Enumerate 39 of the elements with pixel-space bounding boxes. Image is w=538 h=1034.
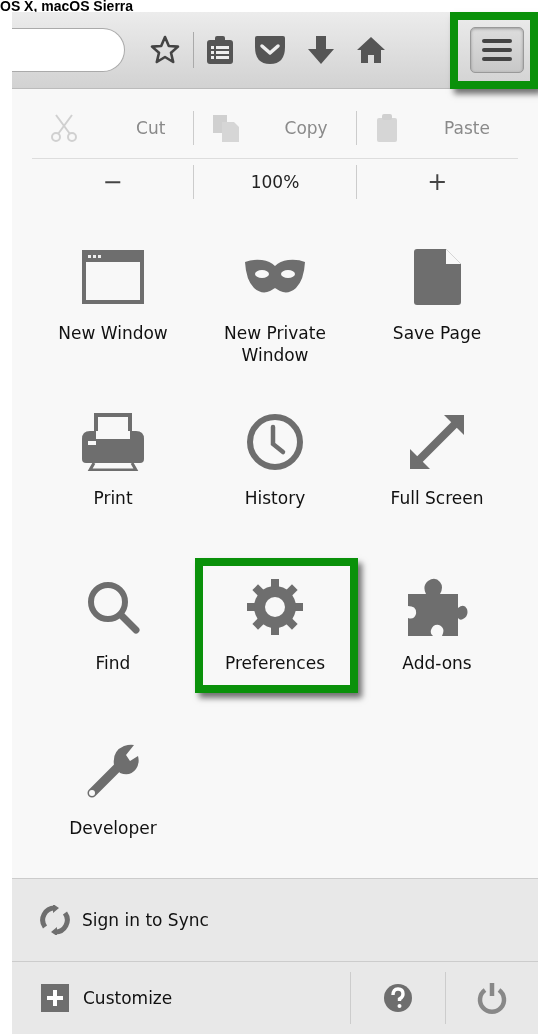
star-icon[interactable] bbox=[149, 34, 181, 66]
gear-icon bbox=[246, 578, 304, 636]
diagonal-arrows-icon bbox=[408, 413, 466, 471]
menu-icon[interactable] bbox=[481, 37, 513, 63]
menu-button[interactable] bbox=[470, 27, 524, 73]
page-icon bbox=[412, 248, 462, 306]
customize-button[interactable]: Customize bbox=[12, 973, 179, 1023]
menu-item[interactable]: Developer bbox=[32, 711, 194, 876]
plus-icon bbox=[41, 984, 69, 1012]
copy-pages-icon bbox=[212, 112, 241, 143]
puzzle-piece-icon bbox=[406, 576, 468, 638]
menu-item[interactable]: New Private Window bbox=[194, 216, 356, 381]
zoom-out-button[interactable]: − bbox=[32, 165, 194, 199]
zoom-level-button[interactable]: 100% bbox=[193, 165, 356, 199]
clock-icon bbox=[246, 413, 304, 471]
power-icon[interactable] bbox=[476, 982, 508, 1014]
sync-icon bbox=[40, 905, 70, 935]
window-icon bbox=[82, 250, 144, 304]
sync-bar[interactable]: Sign in to Sync bbox=[12, 878, 538, 961]
menu-item[interactable]: History bbox=[194, 381, 356, 546]
search-icon bbox=[86, 580, 140, 634]
printer-icon bbox=[80, 413, 146, 471]
menu-item[interactable]: New Window bbox=[32, 216, 194, 381]
search-field[interactable] bbox=[12, 28, 125, 72]
menu-item[interactable]: Print bbox=[32, 381, 194, 546]
menu-item[interactable]: Find bbox=[32, 546, 194, 711]
scissors-icon bbox=[50, 112, 78, 143]
menu-item[interactable]: Preferences bbox=[194, 546, 356, 711]
shield-chevron-icon[interactable] bbox=[254, 35, 286, 65]
caption-text: OS X, macOS Sierra bbox=[0, 0, 135, 12]
menu-item[interactable]: Full Screen bbox=[356, 381, 518, 546]
help-icon[interactable] bbox=[384, 984, 412, 1012]
clipboard-list-icon[interactable] bbox=[206, 35, 234, 65]
zoom-in-button[interactable]: + bbox=[355, 165, 518, 199]
down-arrow-icon[interactable] bbox=[306, 35, 336, 65]
home-icon[interactable] bbox=[356, 36, 386, 64]
clipboard-icon bbox=[374, 112, 399, 143]
menu-item[interactable]: Save Page bbox=[356, 216, 518, 381]
menu-item[interactable]: Add-ons bbox=[356, 546, 518, 711]
